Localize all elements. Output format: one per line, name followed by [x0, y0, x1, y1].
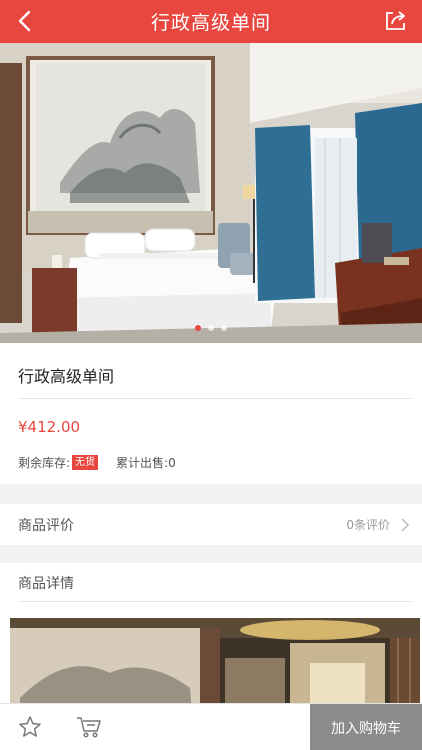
- sold-label: 累计出售:: [116, 456, 169, 470]
- hotel-room-photo: [0, 43, 422, 343]
- carousel-dot[interactable]: [195, 325, 201, 331]
- share-icon[interactable]: [384, 10, 408, 32]
- details-label: 商品详情: [18, 576, 74, 592]
- product-info-card: 行政高级单间 ¥412.00 剩余库存: 无货 累计出售: 0: [0, 343, 422, 484]
- stock-sales-row: 剩余库存: 无货 累计出售: 0: [18, 454, 176, 471]
- stock-status-badge: 无货: [72, 455, 99, 470]
- carousel-dot[interactable]: [208, 325, 214, 331]
- page-title: 行政高级单间: [150, 12, 271, 34]
- star-icon[interactable]: [18, 715, 42, 739]
- divider: [18, 601, 412, 602]
- chevron-right-icon: [401, 518, 410, 532]
- top-nav-bar: 行政高级单间: [0, 0, 422, 43]
- stock-label: 剩余库存:: [18, 456, 71, 470]
- reviews-row[interactable]: 商品评价 0条评价: [0, 504, 422, 545]
- reviews-label: 商品评价: [18, 517, 74, 534]
- carousel-dot[interactable]: [221, 325, 227, 331]
- divider: [18, 398, 412, 399]
- add-to-cart-button[interactable]: 加入购物车: [310, 704, 422, 750]
- product-name: 行政高级单间: [18, 367, 115, 386]
- carousel-indicator: [0, 325, 422, 331]
- sold-count: 0: [168, 455, 176, 470]
- product-image-carousel[interactable]: [0, 43, 422, 343]
- product-price: ¥412.00: [18, 418, 81, 436]
- cart-icon[interactable]: [76, 715, 102, 739]
- chevron-left-icon[interactable]: [14, 9, 38, 33]
- bottom-action-bar: 加入购物车: [0, 703, 422, 750]
- reviews-count: 0条评价: [346, 518, 390, 532]
- product-detail-page: 行政高级单间 行政高级单间 ¥412.00 剩余库存: 无货 累计出售: 0 商…: [0, 0, 422, 750]
